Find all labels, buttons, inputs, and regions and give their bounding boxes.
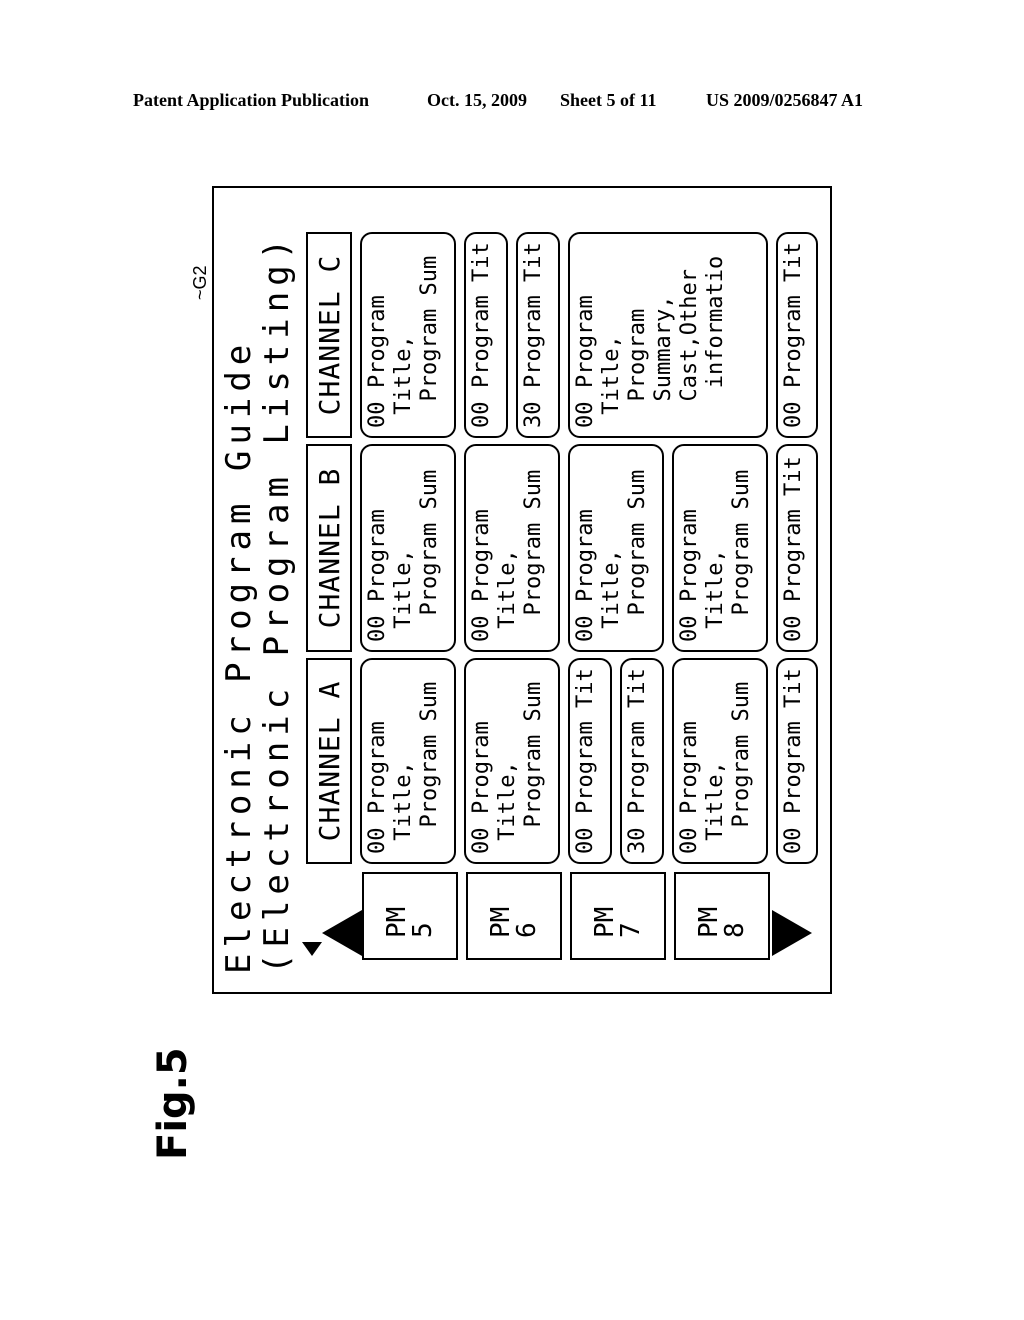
program-cell[interactable]: 00Program Tit (568, 658, 612, 864)
epg-screen: Electronic Program Guide (Electronic Pro… (212, 186, 832, 994)
program-cell[interactable]: 00Program Title, Program Sum (464, 658, 560, 864)
time-period: PM (694, 906, 724, 938)
epg-title: Electronic Program Guide (219, 338, 259, 974)
figure-label: Fig.5 (150, 1047, 196, 1160)
publication-label: Patent Application Publication (133, 90, 370, 110)
program-cell[interactable]: 00Program Tit (464, 232, 508, 438)
program-cell[interactable]: 00Program Title, Program Sum (672, 658, 768, 864)
program-cell[interactable]: 00Program Tit (776, 444, 818, 652)
time-period: PM (486, 906, 516, 938)
program-cell[interactable]: 00Program Title, Program Sum (360, 232, 456, 438)
program-cell-expanded[interactable]: 00Program Title, Program Summary, Cast,O… (568, 232, 768, 438)
time-hour: 5 (408, 922, 438, 938)
publication-date: Oct. 15, 2009 (427, 90, 527, 110)
scroll-left-arrow-icon[interactable] (302, 942, 322, 956)
scroll-up-arrow-icon[interactable] (322, 910, 362, 956)
time-slot-pm7[interactable]: PM 7 (570, 872, 666, 960)
program-cell[interactable]: 00Program Tit (776, 232, 818, 438)
program-cell[interactable]: 00Program Title, Program Sum (672, 444, 768, 652)
time-slot-pm6[interactable]: PM 6 (466, 872, 562, 960)
program-cell[interactable]: 00Program Title, Program Sum (464, 444, 560, 652)
reference-numeral: ~G2 (190, 265, 210, 300)
program-cell[interactable]: 30Program Tit (620, 658, 664, 864)
program-cell[interactable]: 00Program Title, Program Sum (360, 444, 456, 652)
time-slot-pm8[interactable]: PM 8 (674, 872, 770, 960)
patent-number: US 2009/0256847 A1 (706, 90, 864, 110)
time-slot-pm5[interactable]: PM 5 (362, 872, 458, 960)
program-cell[interactable]: 00Program Title, Program Sum (568, 444, 664, 652)
epg-subtitle: (Electronic Program Listing) (257, 232, 297, 974)
time-hour: 7 (616, 922, 646, 938)
time-period: PM (382, 906, 412, 938)
program-cell[interactable]: 30Program Tit (516, 232, 560, 438)
time-hour: 8 (720, 922, 750, 938)
program-cell[interactable]: 00Program Tit (776, 658, 818, 864)
channel-header-b[interactable]: CHANNEL B (306, 444, 352, 652)
sheet-number: Sheet 5 of 11 (560, 90, 657, 110)
channel-header-a[interactable]: CHANNEL A (306, 658, 352, 864)
scroll-down-arrow-icon[interactable] (772, 910, 812, 956)
program-cell[interactable]: 00Program Title, Program Sum (360, 658, 456, 864)
channel-header-c[interactable]: CHANNEL C (306, 232, 352, 438)
time-hour: 6 (512, 922, 542, 938)
time-period: PM (590, 906, 620, 938)
